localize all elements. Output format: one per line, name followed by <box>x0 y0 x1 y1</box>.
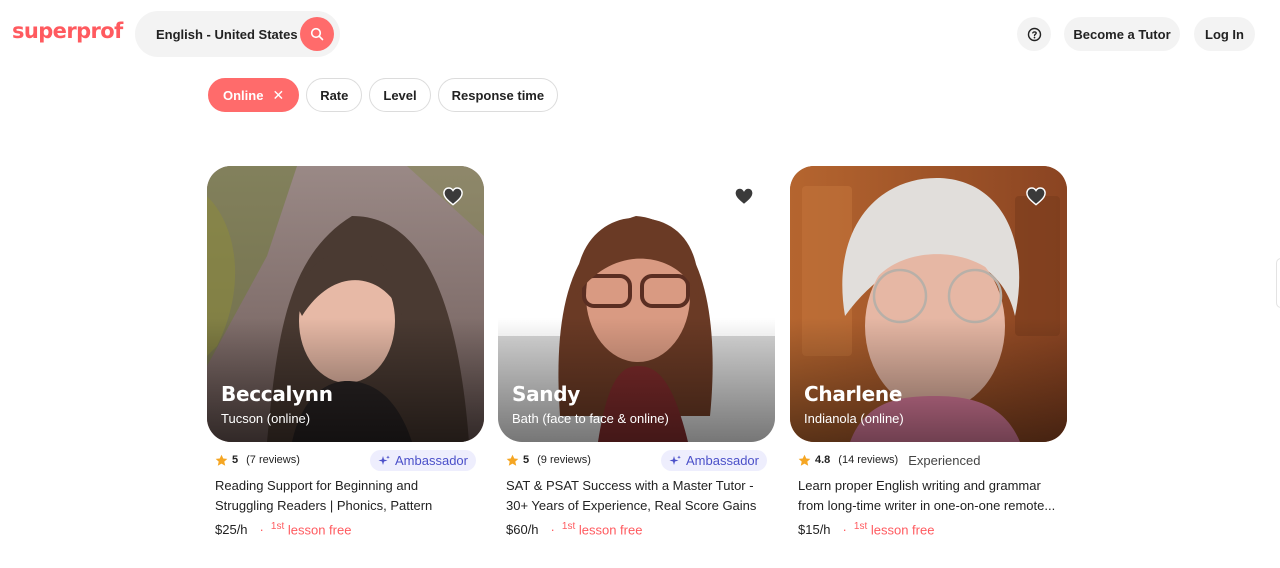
heart-icon[interactable] <box>442 186 464 206</box>
tutor-price: $15/h <box>798 521 831 537</box>
tutor-price-row: $15/h · 1st lesson free <box>790 521 1067 537</box>
separator-dot: · <box>550 521 555 537</box>
login-button[interactable]: Log In <box>1194 17 1255 51</box>
first-lesson-free: 1st lesson free <box>853 521 935 538</box>
filter-rate[interactable]: Rate <box>306 78 363 112</box>
search-icon <box>310 27 324 41</box>
tutor-reviews: (14 reviews) <box>838 454 899 466</box>
star-icon <box>215 454 228 466</box>
tutor-description[interactable]: Reading Support for Beginning and Strugg… <box>207 476 484 516</box>
separator-dot: · <box>259 521 264 537</box>
tutor-name: Sandy <box>512 382 580 406</box>
badge-label: Ambassador <box>686 453 759 468</box>
tutor-price-row: $60/h · 1st lesson free <box>498 521 775 537</box>
tutor-description[interactable]: SAT & PSAT Success with a Master Tutor -… <box>498 476 775 516</box>
tutor-rating-row: 4.8 (14 reviews) Experienced <box>790 450 1067 470</box>
tutor-reviews: (7 reviews) <box>246 454 300 466</box>
tutor-description[interactable]: Learn proper English writing and grammar… <box>790 476 1067 516</box>
tutor-rating: 5 <box>232 454 239 466</box>
filter-online-label: Online <box>223 87 264 103</box>
become-tutor-button[interactable]: Become a Tutor <box>1064 17 1180 51</box>
tutor-rating-row: 5 (7 reviews) Ambassador <box>207 450 484 471</box>
tutor-card[interactable]: Sandy Bath (face to face & online) 5 (9 … <box>498 166 775 537</box>
help-button[interactable] <box>1017 17 1051 51</box>
superprof-logo[interactable]: superprof <box>12 19 123 43</box>
star-icon <box>506 454 519 466</box>
sparkle-icon <box>378 455 390 465</box>
ambassador-badge: Ambassador <box>370 450 476 471</box>
tutor-price: $25/h <box>215 521 248 537</box>
tutor-rating: 5 <box>523 454 530 466</box>
top-header: superprof English - United States Become… <box>0 0 1280 68</box>
language-search-bar[interactable]: English - United States <box>135 11 340 57</box>
heart-icon[interactable] <box>1025 186 1047 206</box>
help-icon <box>1027 27 1041 41</box>
tutor-name: Charlene <box>804 382 903 406</box>
tutor-name: Beccalynn <box>221 382 333 406</box>
heart-icon[interactable] <box>733 186 755 206</box>
tutor-location: Bath (face to face & online) <box>512 411 669 426</box>
language-selector[interactable]: English - United States <box>156 27 298 42</box>
tutor-location: Tucson (online) <box>221 411 311 426</box>
badge-label: Ambassador <box>395 453 468 468</box>
filter-online[interactable]: Online ✕ <box>208 78 300 112</box>
tutor-price: $60/h <box>506 521 539 537</box>
tutor-card[interactable]: Beccalynn Tucson (online) 5 (7 reviews) … <box>207 166 484 537</box>
separator-dot: · <box>842 521 847 537</box>
sparkle-icon <box>669 455 681 465</box>
search-button[interactable] <box>300 17 334 51</box>
tutor-photo[interactable]: Charlene Indianola (online) <box>790 166 1067 442</box>
filter-response-time[interactable]: Response time <box>437 78 559 112</box>
star-icon <box>798 454 811 466</box>
tutor-card[interactable]: Charlene Indianola (online) 4.8 (14 revi… <box>790 166 1067 537</box>
tutor-price-row: $25/h · 1st lesson free <box>207 521 484 537</box>
tutor-reviews: (9 reviews) <box>537 454 591 466</box>
experienced-tag: Experienced <box>908 452 981 468</box>
tutor-rating: 4.8 <box>815 454 831 466</box>
first-lesson-free: 1st lesson free <box>561 521 643 538</box>
side-scroll-tab[interactable] <box>1276 258 1280 308</box>
tutor-photo[interactable]: Sandy Bath (face to face & online) <box>498 166 775 442</box>
close-icon[interactable]: ✕ <box>272 87 284 104</box>
tutor-rating-row: 5 (9 reviews) Ambassador <box>498 450 775 471</box>
filter-level[interactable]: Level <box>369 78 431 112</box>
ambassador-badge: Ambassador <box>661 450 767 471</box>
tutor-location: Indianola (online) <box>804 411 904 426</box>
filter-bar: Online ✕ Rate Level Response time <box>208 78 559 112</box>
tutor-photo[interactable]: Beccalynn Tucson (online) <box>207 166 484 442</box>
first-lesson-free: 1st lesson free <box>270 521 352 538</box>
